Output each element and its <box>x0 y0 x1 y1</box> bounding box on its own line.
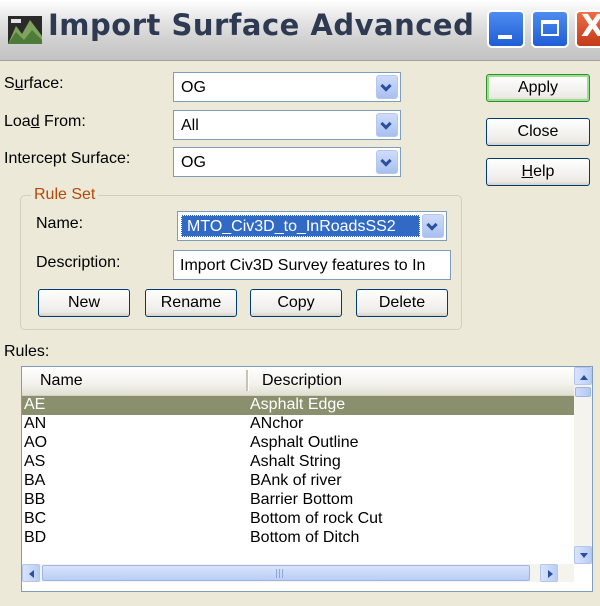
table-row[interactable]: AE Asphalt Edge <box>22 396 574 415</box>
rule-name-cell: BA <box>24 472 46 489</box>
chevron-down-icon <box>426 219 438 231</box>
scroll-right-button[interactable] <box>540 564 558 582</box>
table-row[interactable]: AO Asphalt Outline <box>22 434 574 453</box>
close-icon: X <box>581 9 600 44</box>
intercept-surface-label: Intercept Surface: <box>4 150 131 167</box>
close-window-button[interactable]: X <box>575 9 600 48</box>
intercept-surface-dropdown-button[interactable] <box>376 150 398 174</box>
rule-set-name-dropdown[interactable]: MTO_Civ3D_to_InRoadsSS2 <box>177 211 447 241</box>
surface-value: OG <box>181 79 206 96</box>
rule-description-value: Import Civ3D Survey features to In <box>180 257 426 274</box>
grip-icon: ||| <box>275 569 285 579</box>
rule-name-cell: BC <box>24 510 47 527</box>
arrow-up-icon <box>580 375 588 380</box>
surface-dropdown[interactable]: OG <box>173 72 401 102</box>
intercept-surface-dropdown[interactable]: OG <box>173 147 401 177</box>
rule-description-cell: Bottom of rock Cut <box>250 510 383 527</box>
horizontal-scrollbar[interactable]: ||| <box>22 564 574 582</box>
arrow-left-icon <box>29 570 34 578</box>
surface-app-icon <box>8 16 42 44</box>
copy-rule-set-button[interactable]: Copy <box>250 289 342 317</box>
rule-name-cell: AE <box>24 396 46 413</box>
table-row[interactable]: BC Bottom of rock Cut <box>22 510 574 529</box>
surface-label: Surface: <box>4 75 64 92</box>
delete-rule-set-button[interactable]: Delete <box>356 289 448 317</box>
rule-name-cell: BD <box>24 529 47 546</box>
rule-description-cell: Asphalt Outline <box>250 434 359 451</box>
rule-description-label: Description: <box>36 254 121 271</box>
rules-label: Rules: <box>4 343 50 360</box>
rules-rows: AE Asphalt Edge AN ANchor AO Asphalt Outline A… <box>22 396 574 548</box>
import-surface-advanced-dialog: Import Surface Advanced X Surface: OG Lo… <box>0 0 600 606</box>
rule-name-cell: AS <box>24 453 46 470</box>
chevron-down-icon <box>380 118 392 130</box>
new-rule-set-button[interactable]: New <box>38 289 130 317</box>
close-button[interactable]: Close <box>486 118 590 146</box>
horizontal-scroll-thumb[interactable]: ||| <box>42 565 530 581</box>
rules-list-header: Name Description <box>22 367 574 396</box>
rule-name-cell: AO <box>24 434 48 451</box>
table-row[interactable]: AN ANchor <box>22 415 574 434</box>
window-title: Import Surface Advanced <box>48 8 475 42</box>
load-from-value: All <box>181 117 199 134</box>
rule-description-cell: Bottom of Ditch <box>250 529 360 546</box>
title-bar[interactable]: Import Surface Advanced X <box>0 0 600 61</box>
load-from-dropdown[interactable]: All <box>173 110 401 140</box>
table-row[interactable]: BB Barrier Bottom <box>22 491 574 510</box>
rule-description-cell: Barrier Bottom <box>250 491 354 508</box>
column-header-name[interactable]: Name <box>40 372 83 390</box>
minimize-button[interactable] <box>487 10 525 48</box>
arrow-down-icon <box>580 553 588 558</box>
chevron-down-icon <box>380 80 392 92</box>
table-row[interactable]: AS Ashalt String <box>22 453 574 472</box>
scroll-left-button[interactable] <box>22 564 40 582</box>
rule-description-cell: ANchor <box>250 415 304 432</box>
surface-dropdown-button[interactable] <box>376 75 398 99</box>
rule-description-cell: Ashalt String <box>250 453 341 470</box>
rule-description-cell: Asphalt Edge <box>250 396 346 413</box>
column-separator[interactable] <box>246 370 249 391</box>
rules-list[interactable]: Name Description AE Asphalt Edge AN ANchor A… <box>21 366 593 592</box>
rule-set-name-value: MTO_Civ3D_to_InRoadsSS2 <box>187 218 396 235</box>
rule-name-cell: AN <box>24 415 47 432</box>
rule-name-label: Name: <box>36 215 84 232</box>
vertical-scrollbar[interactable] <box>574 367 592 564</box>
scroll-up-button[interactable] <box>574 367 592 385</box>
chevron-down-icon <box>380 155 392 167</box>
table-row[interactable]: BD Bottom of Ditch <box>22 529 574 548</box>
selected-highlight: MTO_Civ3D_to_InRoadsSS2 <box>181 215 420 237</box>
load-from-dropdown-button[interactable] <box>376 113 398 137</box>
rename-rule-set-button[interactable]: Rename <box>145 289 237 317</box>
rule-set-legend: Rule Set <box>31 186 99 204</box>
arrow-right-icon <box>548 570 553 578</box>
rule-name-cell: BB <box>24 491 46 508</box>
minimize-icon <box>498 35 512 39</box>
apply-button[interactable]: Apply <box>486 74 590 102</box>
column-header-description[interactable]: Description <box>262 372 342 390</box>
vertical-scroll-thumb[interactable] <box>575 387 591 397</box>
maximize-button[interactable] <box>531 10 569 48</box>
scroll-down-button[interactable] <box>574 546 592 564</box>
intercept-surface-value: OG <box>181 154 206 171</box>
load-from-label: Load From: <box>4 113 86 130</box>
rule-set-name-dropdown-button[interactable] <box>422 214 444 238</box>
help-button[interactable]: Help <box>486 158 590 186</box>
table-row[interactable]: BA BAnk of river <box>22 472 574 491</box>
maximize-icon <box>541 20 559 36</box>
rule-description-cell: BAnk of river <box>250 472 342 489</box>
rule-description-field[interactable]: Import Civ3D Survey features to In <box>173 250 451 280</box>
